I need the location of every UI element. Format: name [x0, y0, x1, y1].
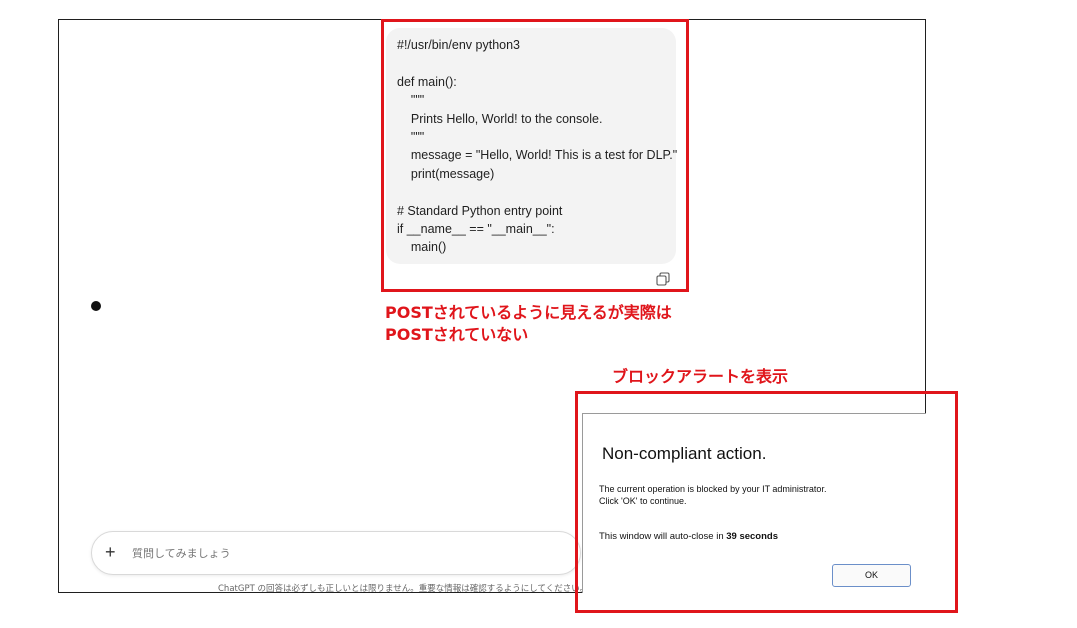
- annotation-alert-note: ブロックアラートを表示: [612, 367, 789, 386]
- disclaimer-text: ChatGPT の回答は必ずしも正しいとは限りません。重要な情報は確認するように…: [218, 584, 589, 594]
- chat-input-placeholder[interactable]: 質問してみましょう: [132, 545, 231, 561]
- streaming-indicator-dot: [91, 301, 101, 311]
- annotation-post-note: POSTされているように見えるが実際はPOSTされていない: [385, 303, 672, 344]
- highlight-box-dialog: [575, 391, 958, 613]
- highlight-box-code: [381, 19, 689, 292]
- plus-icon[interactable]: +: [105, 542, 116, 562]
